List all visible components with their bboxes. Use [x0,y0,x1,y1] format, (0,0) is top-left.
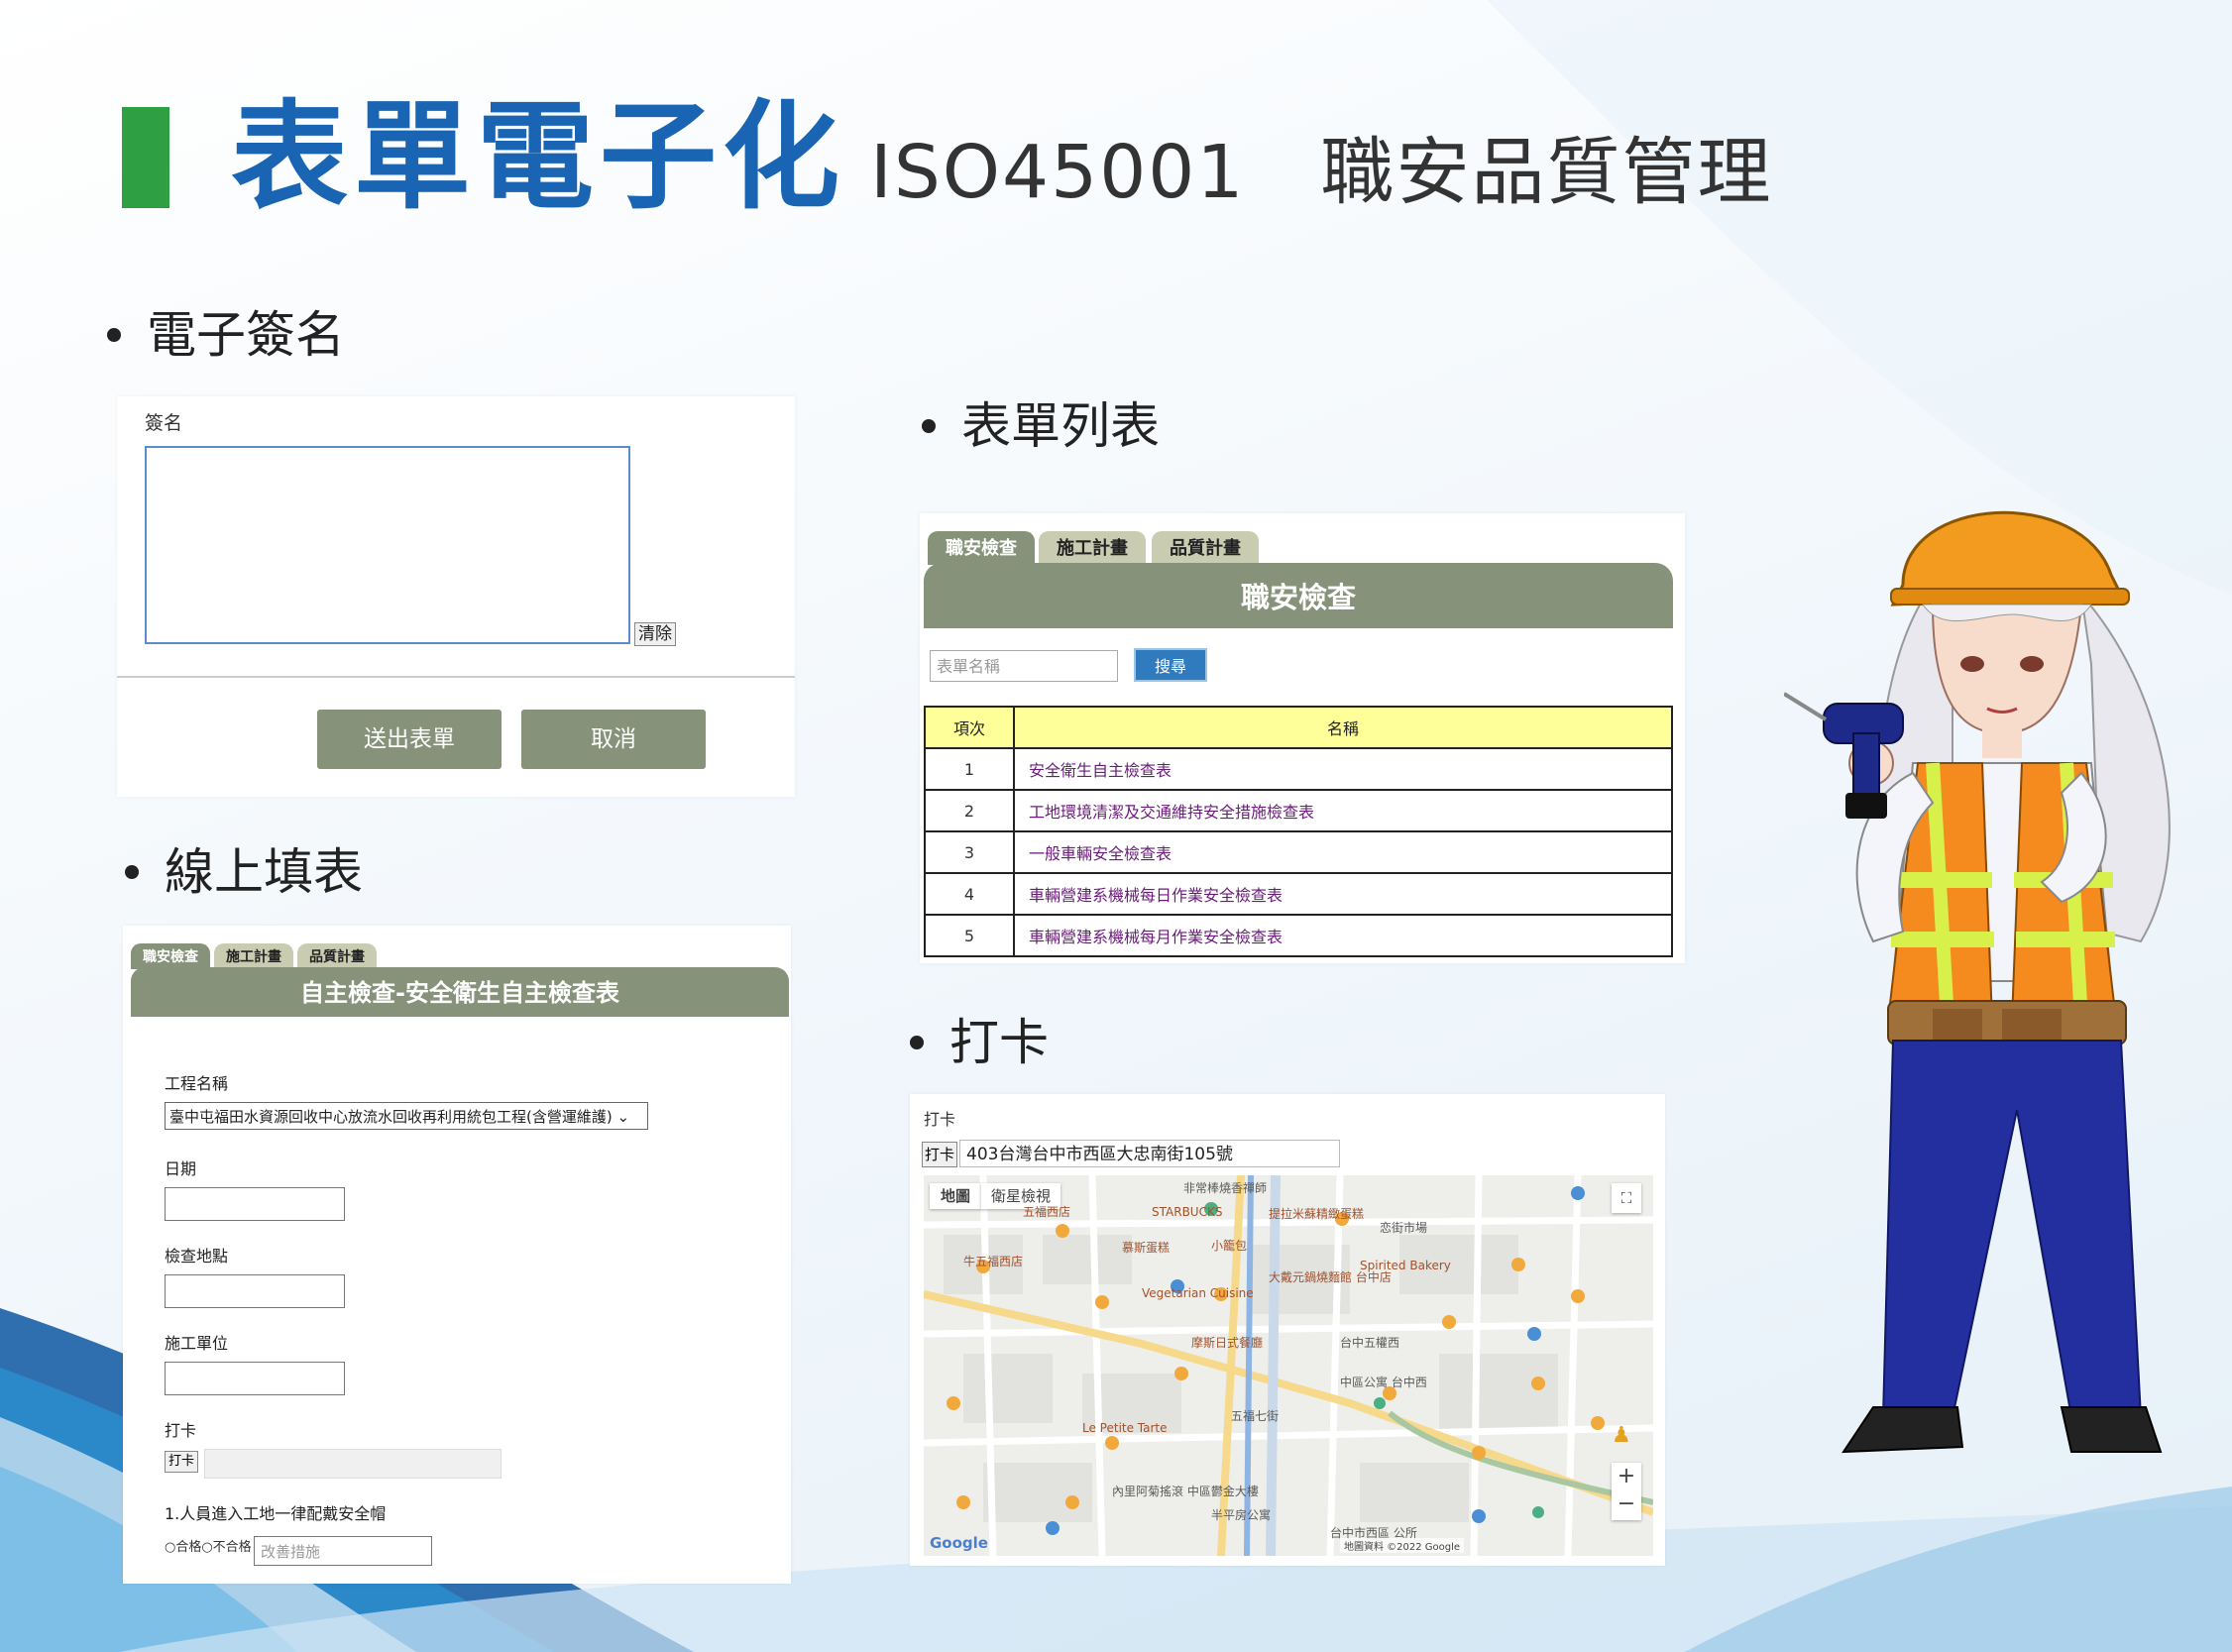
punch-button[interactable]: 打卡 [922,1142,957,1167]
table-row[interactable]: 3 一般車輛安全檢查表 [924,830,1673,874]
address-field[interactable]: 403台灣台中市西區大忠南街105號 [959,1140,1340,1167]
table-header-row: 項次 名稱 [924,706,1673,749]
map-type-map-button[interactable]: 地圖 [930,1183,981,1209]
map-label: 台中五權西 [1340,1336,1400,1350]
zoom-out-icon[interactable]: − [1612,1490,1641,1518]
construction-worker-illustration [1784,510,2171,1454]
map-label: Le Petite Tarte [1082,1421,1168,1435]
item-1-label: 1.人員進入工地一律配戴安全帽 [165,1504,387,1523]
form-header: 自主檢查-安全衛生自主檢查表 [131,967,789,1017]
cancel-button[interactable]: 取消 [521,710,706,769]
column-header-name: 名稱 [1013,706,1673,749]
search-input[interactable]: 表單名稱 [930,650,1118,682]
unit-label: 施工單位 [165,1334,229,1353]
section-signature: 電子簽名 [107,305,345,365]
punch-button[interactable]: 打卡 [165,1451,198,1473]
map-label: 五福七街 [1231,1409,1280,1423]
table-row[interactable]: 5 車輛營建系機械每月作業安全檢查表 [924,914,1673,957]
date-label: 日期 [165,1159,197,1178]
punch-label: 打卡 [165,1421,197,1440]
section-punch: 打卡 [910,1013,1049,1072]
form-link[interactable]: 車輛營建系機械每日作業安全檢查表 [1013,872,1673,916]
map-label: 非常棒燒香禪師 [1183,1181,1268,1195]
map-label: 中區公寓 台中西 [1340,1376,1427,1389]
location-field[interactable] [165,1274,345,1308]
map-label: 內里阿菊搖滾 中區鬱金大樓 [1112,1485,1259,1498]
table-row[interactable]: 1 安全衛生自主檢查表 [924,747,1673,791]
signature-pad[interactable] [145,446,630,644]
section-form-list: 表單列表 [922,396,1160,456]
project-name-label: 工程名稱 [165,1074,229,1093]
online-form-panel: 職安檢查 施工計畫 品質計畫 自主檢查-安全衛生自主檢查表 工程名稱 臺中屯福田… [123,926,791,1584]
project-name-select[interactable]: 臺中屯福田水資源回收中心放流水回收再利用統包工程(含營運維護) ⌄ [165,1102,648,1130]
form-list-panel: 職安檢查 施工計畫 品質計畫 職安檢查 表單名稱 搜尋 項次 名稱 1 安全衛生自… [920,513,1685,963]
search-button[interactable]: 搜尋 [1134,648,1207,682]
map-label: Vegetarian Cuisine [1142,1286,1254,1300]
item-1-options[interactable]: ○合格○不合格 [165,1536,252,1555]
tab-construction-plan[interactable]: 施工計畫 [214,943,293,969]
zoom-controls[interactable]: + − [1612,1463,1641,1520]
unit-field[interactable] [165,1362,345,1395]
map-label: 牛五福西店 [963,1255,1024,1268]
map-roads [924,1175,1653,1556]
form-link[interactable]: 安全衛生自主檢查表 [1013,747,1673,791]
form-list-table: 項次 名稱 1 安全衛生自主檢查表 2 工地環境清潔及交通維持安全措施檢查表 3 一般… [924,706,1673,957]
map-attribution: 地圖資料 ©2022 Google [1340,1538,1465,1553]
submit-form-button[interactable]: 送出表單 [317,710,502,769]
signature-label: 簽名 [145,412,183,434]
form-link[interactable]: 一般車輛安全檢查表 [1013,830,1673,874]
row-number: 4 [924,872,1015,916]
location-label: 檢查地點 [165,1247,229,1266]
tab-safety-inspection[interactable]: 職安檢查 [928,531,1035,565]
page-subtitle: ISO45001 職安品質管理 [870,130,1773,215]
table-row[interactable]: 2 工地環境清潔及交通維持安全措施檢查表 [924,789,1673,832]
map[interactable]: 地圖 衛星檢視 ⛶ + − ♟ 非常棒燒香禪師 五福西店 牛五福西店 STARBU… [924,1175,1653,1556]
map-label: STARBUCKS [1152,1205,1223,1219]
map-label: 五福西店 [1023,1205,1071,1219]
divider [117,676,795,678]
tab-construction-plan[interactable]: 施工計畫 [1039,531,1146,565]
section-online-form: 線上填表 [125,842,363,902]
form-link[interactable]: 車輛營建系機械每月作業安全檢查表 [1013,914,1673,957]
date-field[interactable] [165,1187,345,1221]
row-number: 5 [924,914,1015,957]
punch-label: 打卡 [924,1110,956,1129]
map-label: 小籠包 [1211,1239,1248,1253]
map-label: 摩斯日式餐廳 [1191,1336,1264,1350]
tab-safety-inspection[interactable]: 職安檢查 [131,943,210,969]
improvement-input[interactable]: 改善措施 [254,1536,432,1566]
column-header-no: 項次 [924,706,1015,749]
form-link[interactable]: 工地環境清潔及交通維持安全措施檢查表 [1013,789,1673,832]
map-label: 半平房公寓 [1211,1508,1272,1522]
punch-panel: 打卡 打卡 403台灣台中市西區大忠南街105號 地圖 衛星檢視 ⛶ + − ♟… [910,1094,1665,1566]
map-label: 提拉米蘇精緻蛋糕 [1269,1207,1365,1221]
pegman-icon[interactable]: ♟ [1612,1423,1633,1453]
signature-panel: 簽名 清除 送出表單 取消 [117,396,795,797]
row-number: 2 [924,789,1015,832]
clear-button[interactable]: 清除 [634,622,676,646]
zoom-in-icon[interactable]: + [1612,1463,1641,1490]
table-row[interactable]: 4 車輛營建系機械每日作業安全檢查表 [924,872,1673,916]
punch-location-field[interactable] [204,1449,502,1479]
row-number: 3 [924,830,1015,874]
map-label: 慕斯蛋糕 [1122,1241,1171,1255]
map-label: 恋街市場 [1380,1221,1428,1235]
page-title: 表單電子化 [231,88,846,225]
panel-header: 職安檢查 [924,563,1673,628]
tab-quality-plan[interactable]: 品質計畫 [1152,531,1259,565]
fullscreen-icon[interactable]: ⛶ [1612,1183,1641,1213]
tab-quality-plan[interactable]: 品質計畫 [297,943,377,969]
map-label: 大戴元鍋燒麵館 台中店 [1269,1270,1392,1284]
title-accent-bar [122,107,169,208]
row-number: 1 [924,747,1015,791]
google-logo: Google [930,1534,988,1552]
